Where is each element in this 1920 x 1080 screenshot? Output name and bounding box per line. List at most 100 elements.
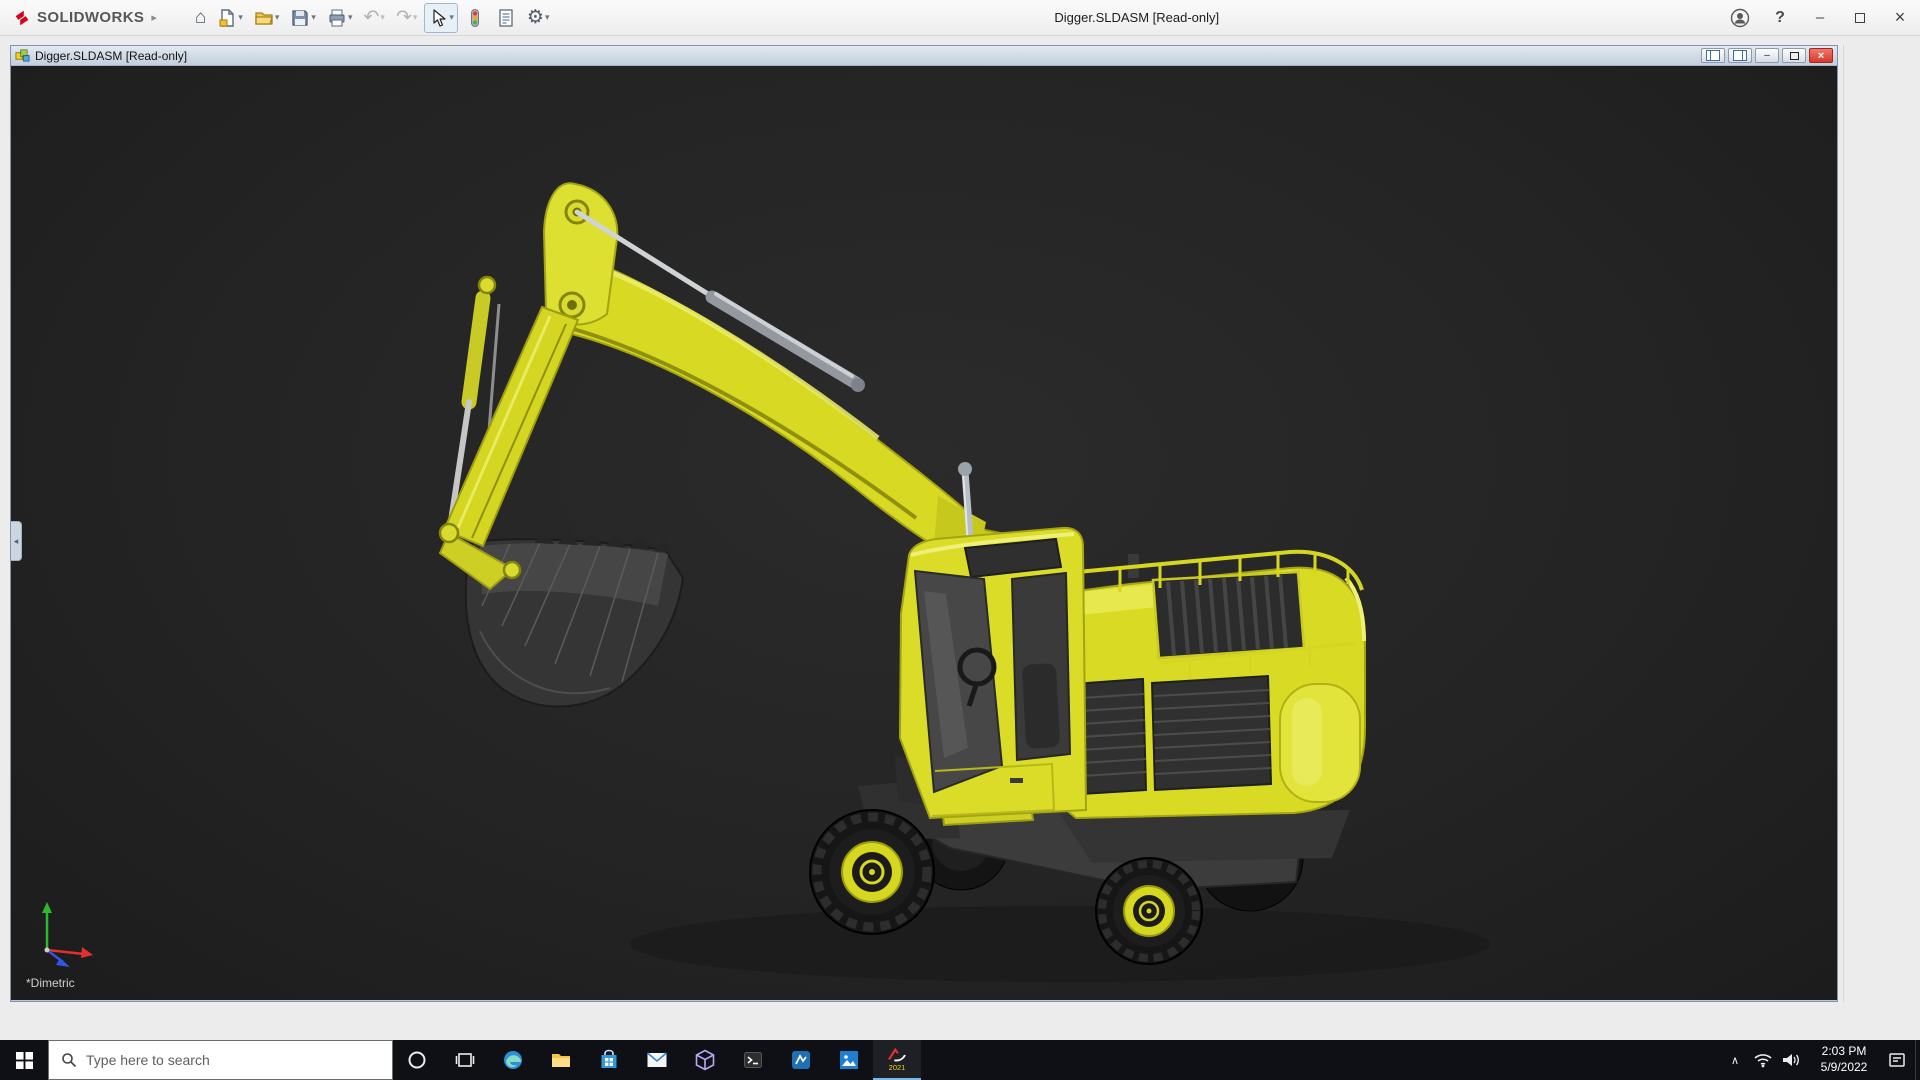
task-view-button[interactable] [441, 1040, 489, 1080]
split-pane-vertical-icon [1706, 50, 1720, 61]
excavator-cab[interactable] [900, 528, 1086, 818]
clock-date: 5/9/2022 [1805, 1060, 1883, 1076]
restore-icon [1790, 52, 1799, 60]
app-titlebar[interactable]: SOLIDWORKS ▸ ⌂ ▾ ▾ [0, 0, 1920, 36]
open-button[interactable]: ▾ [250, 3, 284, 33]
dropdown-caret-icon[interactable]: ▾ [238, 12, 243, 23]
document-window-controls: – × [1701, 48, 1833, 63]
assembly-document-icon [15, 48, 30, 63]
search-input[interactable] [86, 1052, 366, 1068]
print-button[interactable]: ▾ [323, 3, 357, 33]
close-icon: × [1895, 7, 1906, 28]
dropdown-caret-icon[interactable]: ▾ [275, 12, 280, 23]
photos-button[interactable] [825, 1040, 873, 1080]
document-restore-button[interactable] [1782, 48, 1806, 63]
show-desktop-button[interactable] [1915, 1040, 1920, 1080]
new-document-button[interactable]: ▾ [213, 3, 247, 33]
solidworks-app-button[interactable]: 2021 [873, 1040, 921, 1080]
solidworks-icon [885, 1047, 909, 1063]
redo-button[interactable]: ↷ ▾ [392, 3, 421, 33]
select-cursor-icon [428, 8, 448, 28]
terminal-button[interactable] [729, 1040, 777, 1080]
options-button[interactable]: ⚙ ▾ [523, 3, 554, 33]
undo-icon: ↶ [363, 8, 379, 27]
brand-chevron-icon[interactable]: ▸ [151, 11, 157, 24]
file-explorer-button[interactable] [537, 1040, 585, 1080]
excavator-model[interactable] [11, 66, 1837, 1000]
volume-button[interactable] [1777, 1040, 1805, 1080]
file-properties-button[interactable] [492, 3, 520, 33]
edge-icon [502, 1049, 524, 1071]
minimize-button[interactable]: – [1800, 0, 1840, 36]
quick-access-toolbar: ⌂ ▾ ▾ [191, 3, 554, 33]
mail-button[interactable] [633, 1040, 681, 1080]
clock-time: 2:03 PM [1805, 1044, 1883, 1060]
3d-viewer-button[interactable] [681, 1040, 729, 1080]
ground-shadow [630, 906, 1490, 982]
cortana-button[interactable] [393, 1040, 441, 1080]
start-icon [16, 1052, 33, 1069]
system-tray: ∧ 2:03 PM 5/9/2022 [1721, 1040, 1920, 1080]
undo-button[interactable]: ↶ ▾ [359, 3, 388, 33]
start-button[interactable] [0, 1040, 48, 1080]
document-close-button[interactable]: × [1809, 48, 1833, 63]
edrawings-icon [790, 1049, 812, 1071]
excavator-bucket[interactable] [466, 530, 683, 707]
orientation-triad[interactable] [29, 896, 119, 970]
view-orientation-label: *Dimetric [26, 976, 75, 990]
dropdown-caret-icon[interactable]: ▾ [348, 12, 353, 23]
mail-icon [646, 1051, 668, 1069]
network-button[interactable] [1749, 1040, 1777, 1080]
account-button[interactable] [1720, 0, 1760, 36]
split-pane-vertical-button[interactable] [1701, 48, 1725, 63]
dropdown-caret-icon[interactable]: ▾ [449, 12, 454, 23]
document-window: Digger.SLDASM [Read-only] – [10, 45, 1838, 1002]
tray-overflow-button[interactable]: ∧ [1721, 1040, 1749, 1080]
taskbar-clock[interactable]: 2:03 PM 5/9/2022 [1805, 1044, 1883, 1075]
dropdown-caret-icon[interactable]: ▾ [380, 12, 385, 23]
task-view-icon [455, 1050, 475, 1070]
store-icon [599, 1049, 619, 1071]
3d-viewer-icon [695, 1049, 715, 1071]
open-icon [254, 8, 274, 28]
document-title: Digger.SLDASM [Read-only] [35, 49, 1701, 63]
photos-icon [838, 1049, 860, 1071]
home-button[interactable]: ⌂ [191, 3, 210, 33]
document-titlebar[interactable]: Digger.SLDASM [Read-only] – [11, 46, 1837, 66]
close-icon: × [1818, 50, 1824, 62]
network-icon [1753, 1052, 1773, 1068]
dropdown-caret-icon[interactable]: ▾ [545, 12, 550, 23]
action-center-button[interactable] [1883, 1040, 1911, 1080]
app-window-title: Digger.SLDASM [Read-only] [554, 10, 1721, 25]
home-icon: ⌂ [195, 8, 206, 27]
maximize-button[interactable] [1840, 0, 1880, 36]
save-button[interactable]: ▾ [286, 3, 320, 33]
select-tool-button[interactable]: ▾ [424, 3, 458, 33]
redo-icon: ↷ [396, 8, 412, 27]
new-document-icon [217, 8, 237, 28]
store-button[interactable] [585, 1040, 633, 1080]
volume-icon [1781, 1052, 1801, 1068]
document-minimize-button[interactable]: – [1755, 48, 1779, 63]
rebuild-traffic-light-icon [465, 8, 485, 28]
edge-button[interactable] [489, 1040, 537, 1080]
help-button[interactable]: ? [1760, 0, 1800, 36]
dropdown-caret-icon[interactable]: ▾ [413, 12, 418, 23]
dropdown-caret-icon[interactable]: ▾ [311, 12, 316, 23]
task-pane-edge [1843, 45, 1844, 1002]
feature-panel-collapse-button[interactable]: ◂ [11, 521, 22, 561]
taskbar-search[interactable] [48, 1040, 393, 1080]
viewport-3d[interactable]: *Dimetric ◂ [11, 66, 1837, 1000]
minimize-icon: – [1764, 50, 1770, 61]
close-button[interactable]: × [1880, 0, 1920, 36]
split-pane-horizontal-button[interactable] [1728, 48, 1752, 63]
operator-seat [1022, 663, 1060, 749]
y-axis-arrow [42, 902, 52, 950]
save-icon [290, 8, 310, 28]
options-gear-icon: ⚙ [527, 8, 544, 27]
rebuild-button[interactable] [461, 3, 489, 33]
engine-grate [1153, 572, 1304, 658]
solidworks-year-label: 2021 [889, 1064, 906, 1072]
edrawings-button[interactable] [777, 1040, 825, 1080]
excavator-body[interactable] [1040, 552, 1365, 818]
